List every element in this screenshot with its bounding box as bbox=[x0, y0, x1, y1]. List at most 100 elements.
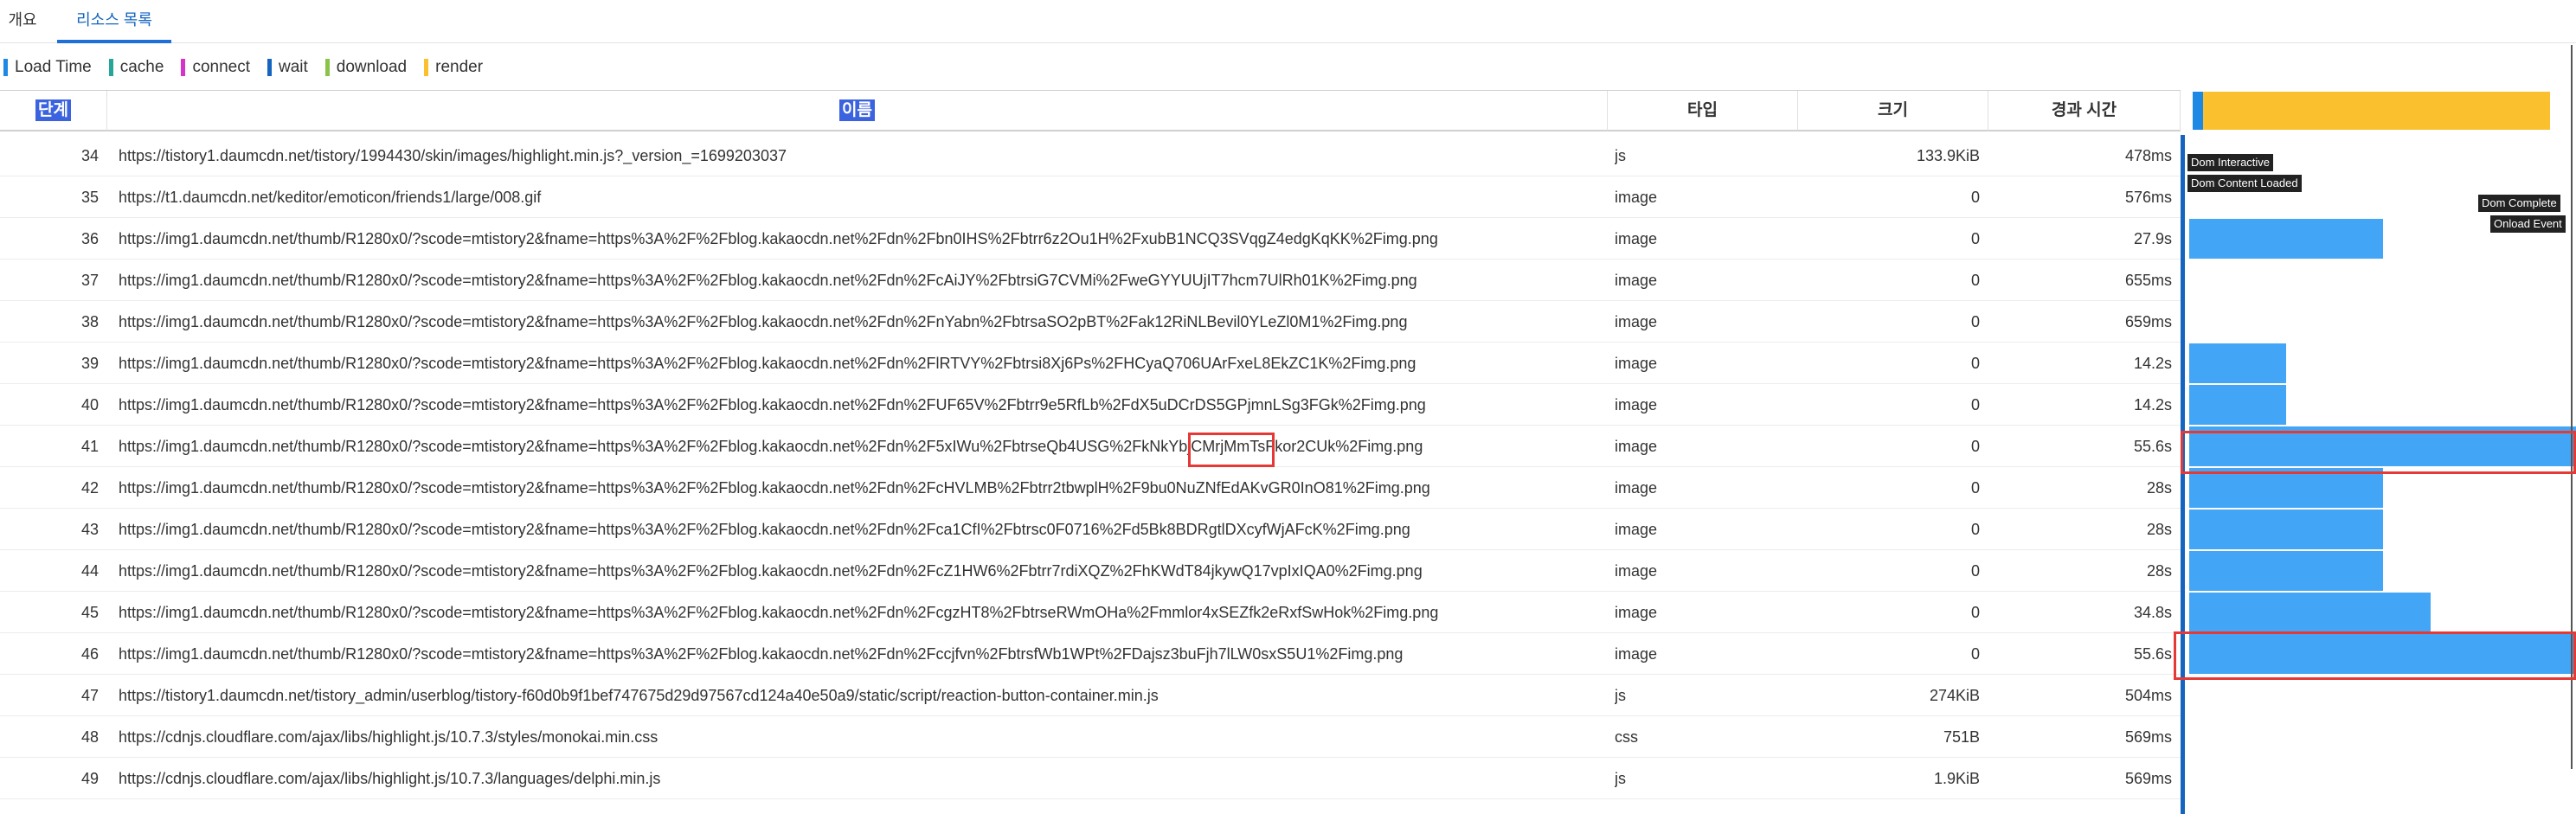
resource-name-cell: https://img1.daumcdn.net/thumb/R1280x0/?… bbox=[119, 396, 1426, 413]
column-header-type[interactable]: 타입 bbox=[1608, 91, 1798, 131]
column-header-label: 크기 bbox=[1878, 101, 1908, 119]
size-cell: 0 bbox=[1970, 438, 1980, 455]
size-cell: 0 bbox=[1970, 355, 1980, 372]
load-time-marker bbox=[2193, 92, 2203, 130]
resource-name-cell: https://img1.daumcdn.net/thumb/R1280x0/?… bbox=[119, 604, 1439, 621]
table-row[interactable]: 36 https://img1.daumcdn.net/thumb/R1280x0… bbox=[0, 218, 2181, 260]
step-cell: 39 bbox=[80, 355, 99, 372]
size-cell: 0 bbox=[1970, 645, 1980, 663]
load-time-line bbox=[2181, 135, 2185, 814]
elapsed-cell: 55.6s bbox=[2133, 438, 2172, 455]
table-row[interactable]: 44 https://img1.daumcdn.net/thumb/R1280x0… bbox=[0, 550, 2181, 592]
marker-onload-event: Onload Event bbox=[2490, 215, 2566, 233]
size-cell: 0 bbox=[1970, 272, 1980, 289]
resource-table: 단계 이름 타입 크기 경과 시간 34 https://tistory1.dau… bbox=[0, 90, 2181, 799]
step-cell: 46 bbox=[80, 645, 99, 663]
type-cell: image bbox=[1615, 313, 1658, 330]
type-cell: image bbox=[1615, 521, 1658, 538]
table-row[interactable]: 39 https://img1.daumcdn.net/thumb/R1280x0… bbox=[0, 343, 2181, 384]
column-header-name[interactable]: 이름 bbox=[107, 91, 1608, 131]
size-cell: 1.9KiB bbox=[1933, 770, 1980, 787]
column-header-size[interactable]: 크기 bbox=[1798, 91, 1988, 131]
table-row[interactable]: 46 https://img1.daumcdn.net/thumb/R1280x0… bbox=[0, 633, 2181, 675]
size-cell: 274KiB bbox=[1929, 687, 1980, 704]
elapsed-cell: 569ms bbox=[2124, 770, 2172, 787]
legend-swatch bbox=[108, 59, 113, 76]
type-cell: css bbox=[1615, 728, 1638, 746]
elapsed-cell: 504ms bbox=[2124, 687, 2172, 704]
highlight-box bbox=[2174, 631, 2576, 680]
table-row[interactable]: 34 https://tistory1.daumcdn.net/tistory/1… bbox=[0, 135, 2181, 176]
marker-dom-complete: Dom Complete bbox=[2478, 195, 2560, 212]
resource-name-cell: https://img1.daumcdn.net/thumb/R1280x0/?… bbox=[119, 521, 1410, 538]
step-cell: 45 bbox=[80, 604, 99, 621]
size-cell: 133.9KiB bbox=[1916, 147, 1980, 164]
step-cell: 34 bbox=[80, 147, 99, 164]
legend-label: cache bbox=[119, 58, 164, 76]
size-cell: 0 bbox=[1970, 396, 1980, 413]
table-row[interactable]: 40 https://img1.daumcdn.net/thumb/R1280x0… bbox=[0, 384, 2181, 426]
type-cell: image bbox=[1615, 355, 1658, 372]
type-cell: image bbox=[1615, 272, 1658, 289]
resource-name-cell: https://cdnjs.cloudflare.com/ajax/libs/h… bbox=[119, 728, 658, 746]
step-cell: 44 bbox=[80, 562, 99, 580]
waterfall-bar bbox=[2189, 510, 2383, 549]
table-row[interactable]: 49 https://cdnjs.cloudflare.com/ajax/libs… bbox=[0, 758, 2181, 799]
column-header-label: 이름 bbox=[839, 99, 875, 121]
resource-name-cell: https://tistory1.daumcdn.net/tistory_adm… bbox=[119, 687, 1159, 704]
tab-resource-list[interactable]: 리소스 목록 bbox=[57, 0, 171, 43]
table-body: 34 https://tistory1.daumcdn.net/tistory/1… bbox=[0, 135, 2181, 799]
waterfall-chart: Dom Interactive Dom Content Loaded Dom C… bbox=[2174, 45, 2576, 814]
column-header-label: 경과 시간 bbox=[2051, 101, 2117, 119]
column-header-elapsed[interactable]: 경과 시간 bbox=[1988, 91, 2181, 131]
table-row[interactable]: 42 https://img1.daumcdn.net/thumb/R1280x0… bbox=[0, 467, 2181, 509]
elapsed-cell: 569ms bbox=[2124, 728, 2172, 746]
step-cell: 38 bbox=[80, 313, 99, 330]
table-row[interactable]: 47 https://tistory1.daumcdn.net/tistory_a… bbox=[0, 675, 2181, 716]
step-cell: 49 bbox=[80, 770, 99, 787]
type-cell: js bbox=[1615, 147, 1626, 164]
waterfall-bar bbox=[2189, 551, 2383, 591]
table-row[interactable]: 41 https://img1.daumcdn.net/thumb/R1280x0… bbox=[0, 426, 2181, 467]
table-row[interactable]: 45 https://img1.daumcdn.net/thumb/R1280x0… bbox=[0, 592, 2181, 633]
size-cell: 0 bbox=[1970, 604, 1980, 621]
legend-label: render bbox=[435, 58, 484, 76]
table-header: 단계 이름 타입 크기 경과 시간 bbox=[0, 90, 2181, 131]
elapsed-cell: 576ms bbox=[2124, 189, 2172, 206]
resource-name-cell: https://t1.daumcdn.net/keditor/emoticon/… bbox=[119, 189, 542, 206]
type-cell: js bbox=[1615, 770, 1626, 787]
step-cell: 42 bbox=[80, 479, 99, 497]
size-cell: 0 bbox=[1970, 230, 1980, 247]
tab-overview[interactable]: 개요 bbox=[7, 0, 38, 43]
step-cell: 36 bbox=[80, 230, 99, 247]
elapsed-cell: 655ms bbox=[2124, 272, 2172, 289]
table-row[interactable]: 48 https://cdnjs.cloudflare.com/ajax/libs… bbox=[0, 716, 2181, 758]
type-cell: js bbox=[1615, 687, 1626, 704]
column-header-step[interactable]: 단계 bbox=[0, 91, 107, 131]
step-cell: 35 bbox=[80, 189, 99, 206]
elapsed-cell: 14.2s bbox=[2133, 396, 2172, 413]
waterfall-bar bbox=[2189, 343, 2286, 383]
table-row[interactable]: 37 https://img1.daumcdn.net/thumb/R1280x0… bbox=[0, 260, 2181, 301]
size-cell: 0 bbox=[1970, 313, 1980, 330]
resource-name-cell: https://img1.daumcdn.net/thumb/R1280x0/?… bbox=[119, 562, 1423, 580]
resource-name-cell: https://img1.daumcdn.net/thumb/R1280x0/?… bbox=[119, 438, 1423, 455]
step-cell: 37 bbox=[80, 272, 99, 289]
legend-item-cache: cache bbox=[108, 58, 164, 77]
size-cell: 0 bbox=[1970, 189, 1980, 206]
size-cell: 751B bbox=[1943, 728, 1980, 746]
waterfall-bar bbox=[2189, 385, 2286, 425]
elapsed-cell: 28s bbox=[2146, 479, 2172, 497]
marker-dom-content-loaded: Dom Content Loaded bbox=[2187, 175, 2302, 192]
marker-dom-interactive: Dom Interactive bbox=[2187, 154, 2274, 171]
size-cell: 0 bbox=[1970, 479, 1980, 497]
elapsed-cell: 55.6s bbox=[2133, 645, 2172, 663]
type-cell: image bbox=[1615, 230, 1658, 247]
elapsed-cell: 34.8s bbox=[2133, 604, 2172, 621]
resource-name-cell: https://cdnjs.cloudflare.com/ajax/libs/h… bbox=[119, 770, 661, 787]
table-row[interactable]: 35 https://t1.daumcdn.net/keditor/emotico… bbox=[0, 176, 2181, 218]
table-row[interactable]: 38 https://img1.daumcdn.net/thumb/R1280x0… bbox=[0, 301, 2181, 343]
legend-swatch bbox=[424, 59, 429, 76]
render-span bbox=[2193, 92, 2550, 130]
table-row[interactable]: 43 https://img1.daumcdn.net/thumb/R1280x0… bbox=[0, 509, 2181, 550]
